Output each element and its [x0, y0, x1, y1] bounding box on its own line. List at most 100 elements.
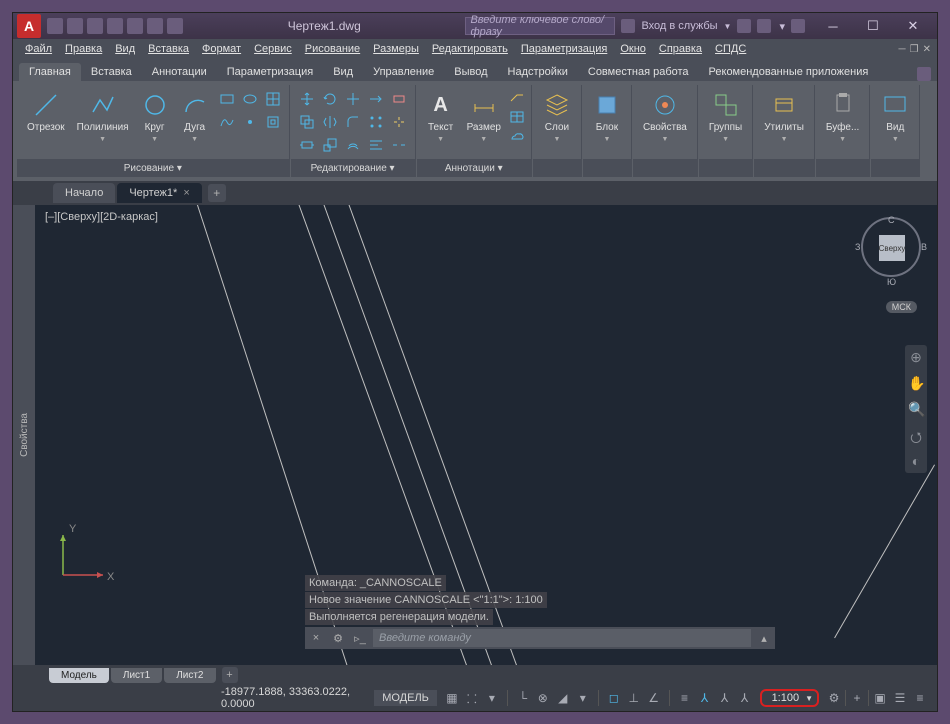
annotation-scale-button[interactable]: 1:100▼ [760, 689, 819, 707]
grid-icon[interactable]: ▦ [443, 689, 461, 707]
command-input[interactable]: Введите команду [373, 629, 751, 647]
tab-addins[interactable]: Надстройки [498, 63, 578, 81]
steering-icon[interactable]: ◐ [908, 453, 924, 469]
search-input[interactable]: Введите ключевое слово/фразу [465, 17, 615, 35]
tab-insert[interactable]: Вставка [81, 63, 142, 81]
drawing-canvas[interactable]: [–][Сверху][2D-каркас] Y X Сверху С В Ю … [35, 205, 937, 665]
menu-view[interactable]: Вид [109, 42, 141, 56]
offset-icon[interactable] [343, 135, 363, 155]
viewport-label[interactable]: [–][Сверху][2D-каркас] [45, 211, 158, 223]
qat-undo-icon[interactable] [147, 18, 163, 34]
app-icon[interactable]: A [17, 14, 41, 38]
isodraft-icon[interactable]: ◢ [554, 689, 572, 707]
cloud-icon[interactable] [509, 129, 525, 145]
panel-utils-label[interactable] [754, 159, 814, 177]
ortho2-icon[interactable]: ⊥ [625, 689, 643, 707]
move-icon[interactable] [297, 89, 317, 109]
menu-window[interactable]: Окно [614, 42, 652, 56]
maximize-button[interactable]: ☐ [853, 13, 893, 39]
qat-plot-icon[interactable] [127, 18, 143, 34]
menu-service[interactable]: Сервис [248, 42, 298, 56]
close-tab-icon[interactable]: × [183, 187, 189, 199]
orbit-icon[interactable]: ⭯ [908, 427, 924, 443]
add-layout-button[interactable]: + [222, 667, 238, 683]
erase-icon[interactable] [389, 89, 409, 109]
signin-label[interactable]: Вход в службы [641, 20, 717, 32]
panel-groups-label[interactable] [699, 159, 752, 177]
cart-icon[interactable] [757, 19, 771, 33]
rect-icon[interactable] [217, 89, 237, 109]
menu-help[interactable]: Справка [653, 42, 708, 56]
region-icon[interactable] [263, 112, 283, 132]
cursor-icon[interactable]: + [848, 689, 866, 707]
break-icon[interactable] [389, 135, 409, 155]
utils-button[interactable]: Утилиты▼ [760, 89, 808, 145]
tab-annot[interactable]: Аннотации [142, 63, 217, 81]
polar-icon[interactable]: ⊗ [534, 689, 552, 707]
tab-layout1[interactable]: Лист1 [111, 668, 162, 683]
align-icon[interactable] [366, 135, 386, 155]
coord-system-badge[interactable]: МСК [886, 301, 917, 313]
ellipse-icon[interactable] [240, 89, 260, 109]
mirror-icon[interactable] [320, 112, 340, 132]
panel-props-label[interactable] [633, 159, 697, 177]
explode-icon[interactable] [389, 112, 409, 132]
menu-dims[interactable]: Размеры [367, 42, 425, 56]
extend-icon[interactable] [366, 89, 386, 109]
minimize-button[interactable]: ─ [813, 13, 853, 39]
copy-icon[interactable] [297, 112, 317, 132]
rotate-icon[interactable] [320, 89, 340, 109]
lineweight-icon[interactable]: ≡ [676, 689, 694, 707]
annoscale-icon[interactable]: ⅄ [696, 689, 714, 707]
panel-view-label[interactable] [871, 159, 919, 177]
doc-close-icon[interactable]: ✕ [923, 44, 931, 55]
tab-manage[interactable]: Управление [363, 63, 444, 81]
cmd-close-icon[interactable]: × [305, 627, 327, 649]
panel-clip-label[interactable] [816, 159, 869, 177]
pan-icon[interactable]: ✋ [908, 375, 924, 391]
ortho-icon[interactable]: └ [514, 689, 532, 707]
clip-button[interactable]: Буфе...▼ [822, 89, 863, 145]
tab-start[interactable]: Начало [53, 183, 115, 203]
spline-icon[interactable] [217, 112, 237, 132]
custom-icon[interactable]: ≡ [911, 689, 929, 707]
trim-icon[interactable] [343, 89, 363, 109]
zoom-icon[interactable]: 🔍 [908, 401, 924, 417]
array-icon[interactable] [366, 112, 386, 132]
tab-home[interactable]: Главная [19, 63, 81, 81]
menu-modify[interactable]: Редактировать [426, 42, 514, 56]
cmd-options-icon[interactable]: ⚙ [327, 627, 349, 649]
dropdown-icon[interactable]: ▾ [483, 689, 501, 707]
table-icon[interactable] [509, 109, 525, 125]
qat-saveas-icon[interactable] [107, 18, 123, 34]
qat-save-icon[interactable] [87, 18, 103, 34]
dimension-button[interactable]: Размер▼ [463, 89, 505, 145]
block-button[interactable]: Блок▼ [589, 89, 625, 145]
props-button[interactable]: Свойства▼ [639, 89, 691, 145]
viewcube[interactable]: Сверху С В Ю З [861, 217, 921, 277]
osnap-icon[interactable]: ◻ [605, 689, 623, 707]
panel-block-label[interactable] [583, 159, 631, 177]
ribbon-collapse-icon[interactable] [917, 67, 931, 81]
qat-new-icon[interactable] [47, 18, 63, 34]
new-tab-button[interactable]: + [208, 184, 226, 202]
user-icon[interactable] [621, 19, 635, 33]
circle-button[interactable]: Круг▼ [137, 89, 173, 145]
scale-icon[interactable] [320, 135, 340, 155]
line-button[interactable]: Отрезок [23, 89, 69, 135]
doc-minimize-icon[interactable]: ─ [899, 44, 906, 55]
help-icon[interactable] [791, 19, 805, 33]
coordinates[interactable]: -18977.1888, 33363.0222, 0.0000 [221, 686, 368, 710]
close-button[interactable]: ✕ [893, 13, 933, 39]
tab-model[interactable]: Модель [49, 668, 109, 683]
qat-redo-icon[interactable] [167, 18, 183, 34]
panel-modify-label[interactable]: Редактирование ▾ [291, 159, 415, 177]
tab-drawing1[interactable]: Чертеж1*× [117, 183, 201, 203]
properties-palette[interactable]: Свойства [13, 205, 35, 665]
text-button[interactable]: A Текст▼ [423, 89, 459, 145]
tab-view[interactable]: Вид [323, 63, 363, 81]
panel-layers-label[interactable] [533, 159, 581, 177]
autoscale-icon[interactable]: ⅄ [736, 689, 754, 707]
panel-annot-label[interactable]: Аннотации ▾ [417, 159, 531, 177]
ddropdown-icon[interactable]: ▾ [574, 689, 592, 707]
